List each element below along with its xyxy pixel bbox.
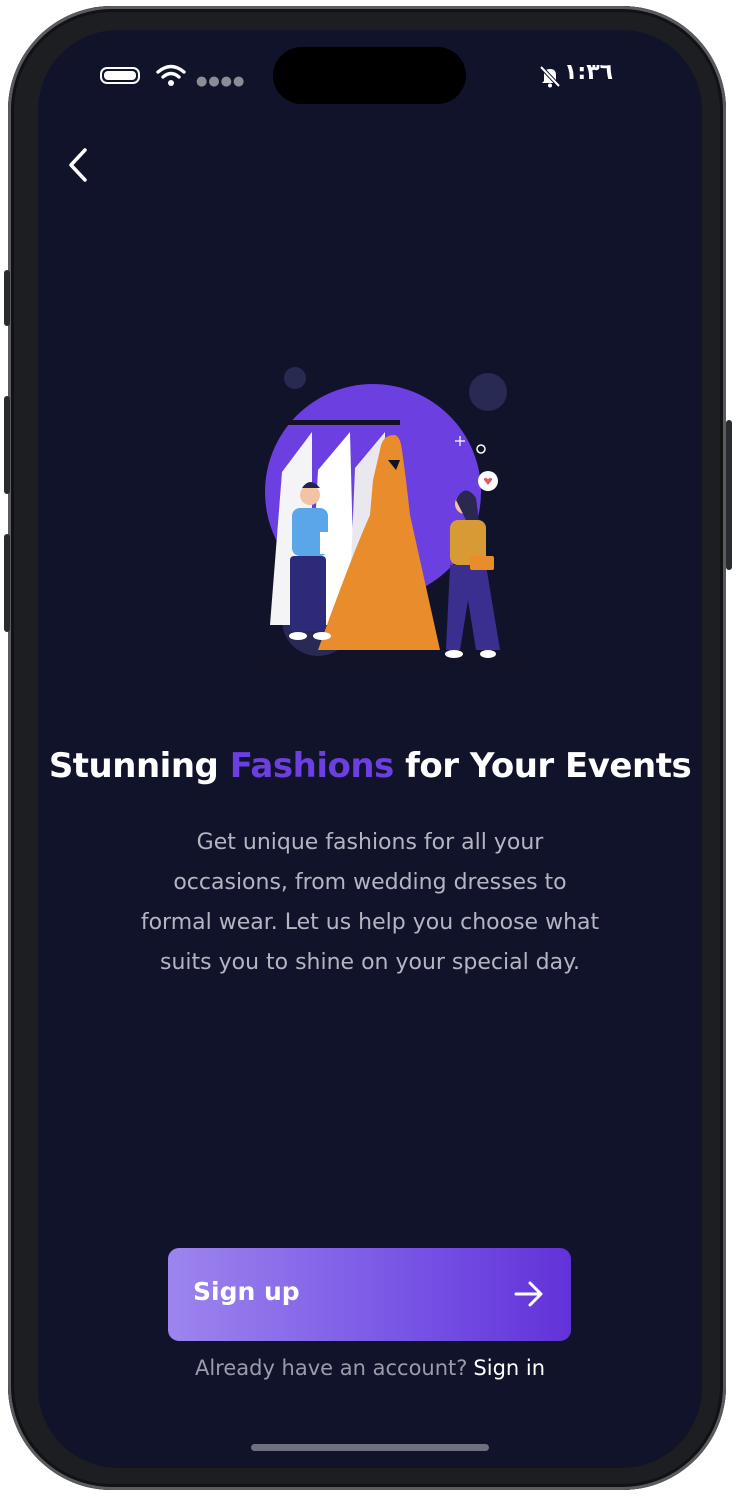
title-start: Stunning <box>48 746 230 786</box>
app-screen: ●●●● ١:٣٦ Stunning Fashions for Your Eve… <box>38 30 702 1468</box>
signal-dots-icon: ●●●● <box>196 74 246 89</box>
back-button[interactable] <box>58 142 98 188</box>
fashion-illustration <box>255 367 530 664</box>
sign-up-label: Sign up <box>193 1277 300 1306</box>
volume-down-button <box>4 534 10 632</box>
page-description: Get unique fashions for all your occasio… <box>140 830 600 975</box>
status-time: ١:٣٦ <box>564 60 614 85</box>
mute-switch <box>4 270 10 326</box>
title-highlight: Fashions <box>229 746 395 786</box>
page-title: Stunning Fashions for Your Events <box>38 746 702 786</box>
volume-up-button <box>4 396 10 494</box>
power-button <box>726 420 732 570</box>
battery-icon <box>100 67 140 84</box>
sign-up-button[interactable]: Sign up <box>168 1248 571 1341</box>
status-bar: ●●●● ١:٣٦ <box>38 30 702 120</box>
home-indicator[interactable] <box>251 1444 489 1451</box>
sign-in-row: Already have an account? Sign in <box>38 1356 702 1380</box>
dynamic-island <box>273 47 466 104</box>
sign-in-link[interactable]: Sign in <box>473 1356 545 1380</box>
wifi-icon <box>156 64 186 86</box>
arrow-right-icon <box>514 1281 543 1307</box>
bell-slash-icon <box>539 65 561 88</box>
title-end: for Your Events <box>393 746 692 786</box>
sign-in-prompt: Already have an account? <box>194 1356 468 1380</box>
chevron-left-icon <box>69 148 87 182</box>
